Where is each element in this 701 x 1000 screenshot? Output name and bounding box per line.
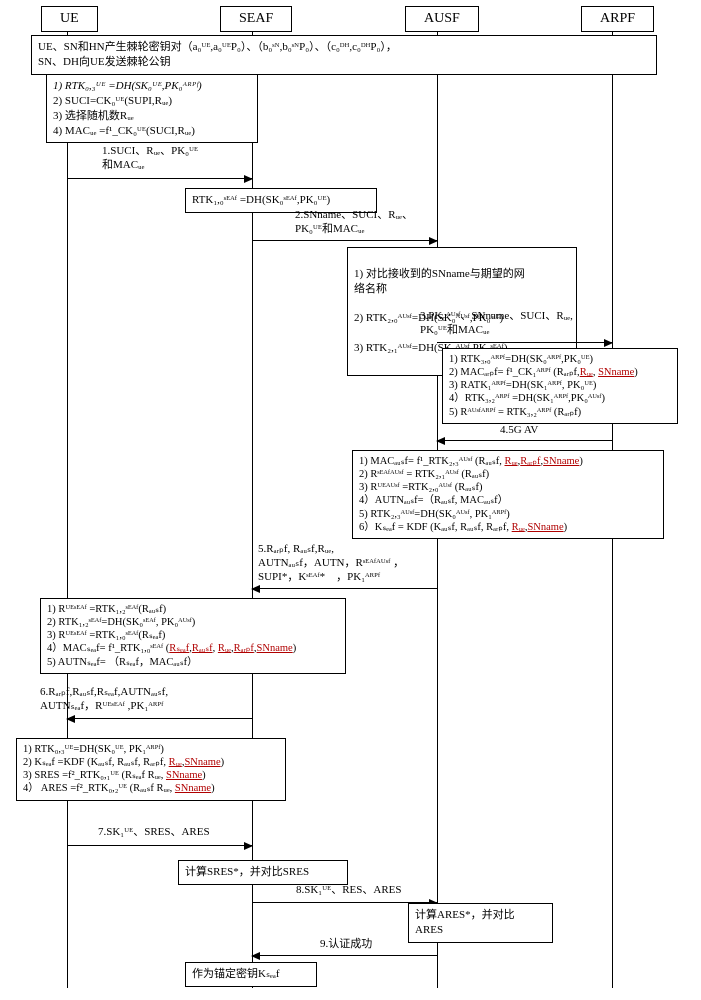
l3: 3) RATK₁ᴬᴿᴾᶠ=DH(SK₁ᴬᴿᴾᶠ, PK₀ᵁᴱ) bbox=[449, 379, 671, 392]
l5: 5) Rᴬᵁˢᶠᴬᴿᴾᶠ = RTK₃,₂ᴬᴿᴾᶠ (Rₐᵣₚf) bbox=[449, 406, 671, 419]
l5: 5) RTK₂,₃ᴬᵁˢᶠ=DH(SK₀ᴬᵁˢᶠ, PK₁ᴬᴿᴾᶠ) bbox=[359, 508, 657, 521]
l2: 2) Rˢᴱᴬᶠᴬᵁˢᶠ = RTK₂,₁ᴬᵁˢᶠ (Rₐᵤₛf) bbox=[359, 468, 657, 481]
actor-arpf: ARPF bbox=[581, 6, 654, 32]
l2: 2) SUCI=CK₀ᵁᴱ(SUPI,Rᵤₑ) bbox=[53, 94, 251, 109]
msg1-arrow bbox=[67, 178, 252, 179]
msg4-arrow bbox=[437, 440, 612, 441]
l2: 2) Kₛₑₐf =KDF (Kₐᵤₛf, Rₐᵤₛf, Rₐᵣₚf, Rᵤₑ,… bbox=[23, 756, 279, 769]
msg2-arrow bbox=[252, 240, 437, 241]
l1: 1) MACₐᵤₛf= f¹_RTK₂,₃ᴬᵁˢᶠ (Rₐᵤₛf, Rᵤₑ,Rₐ… bbox=[359, 455, 657, 468]
l4: 4） ARES =f²_RTK₀,₂ᵁᴱ (Rₐᵤₛf Rᵤₑ, SNname) bbox=[23, 782, 279, 795]
l1: 1) RTK₀,₃ᵁᴱ =DH(SK₀ᵁᴱ,PK₀ᴬᴿᴾᶠ) bbox=[53, 79, 251, 94]
msg9-label: 9.认证成功 bbox=[320, 938, 372, 952]
l3: 3) Rᵁᴱᴬᵁˢᶠ =RTK₂,₀ᴬᵁˢᶠ (Rₐᵤₛf) bbox=[359, 481, 657, 494]
l5: 5) AUTNₛₑₐf= （Rₛₑₐf，MACₐᵤₛf） bbox=[47, 656, 339, 669]
l3: 3) 选择随机数Rᵤₑ bbox=[53, 109, 251, 124]
l1: 1) 对比接收到的SNname与期望的网 络名称 bbox=[354, 267, 570, 297]
actor-ausf: AUSF bbox=[405, 6, 479, 32]
box-seaf-step2: 1) Rᵁᴱˢᴱᴬᶠ =RTK₁,₂ˢᴱᴬᶠ(Rₐᵤₛf) 2) RTK₁,₂ˢ… bbox=[40, 598, 346, 674]
msg5-label: 5.Rₐᵣₚf, Rₐᵤₛf,Rᵤₑ, AUTNₐᵤₛf，AUTN，Rˢᴱᴬᶠᴬ… bbox=[258, 543, 404, 584]
l1: 1) RTK₀,₃ᵁᴱ=DH(SK₀ᵁᴱ, PK₁ᴬᴿᴾᶠ) bbox=[23, 743, 279, 756]
msg7-arrow bbox=[67, 845, 252, 846]
l1: 1) RTK₃,₀ᴬᴿᴾᶠ=DH(SK₀ᴬᴿᴾᶠ,PK₀ᵁᴱ) bbox=[449, 353, 671, 366]
box-ausf-step3: 计算ARES*，并对比 ARES bbox=[408, 903, 553, 943]
msg8-label: 8.SK₁ᵁᴱ、RES、ARES bbox=[296, 884, 402, 898]
msg6-label: 6.Rₐᵣₚf,Rₐᵤₛf,Rₛₑₐf,AUTNₐᵤₛf, AUTNₛₑₐf，R… bbox=[40, 686, 168, 714]
msg3-arrow bbox=[437, 342, 612, 343]
l2: 2) MACₐᵣₚf= f¹_CK₁ᴬᴿᴾᶠ (Rₐᵣₚf,Rᵤₑ, SNnam… bbox=[449, 366, 671, 379]
msg3-label: 3.PK₀ᴬᵁˢᶠ、SNname、SUCI、Rᵤₑ, PK₀ᵁᴱ和MACᵤₑ bbox=[420, 310, 573, 338]
msg1-label: 1.SUCI、Rᵤₑ、PK₀ᵁᴱ 和MACᵤₑ bbox=[102, 145, 198, 173]
l4: 4）MACₛₑₐf= f¹_RTK₁,₀ˢᴱᴬᶠ (Rₛₑₐf,Rₐᵤₛf, R… bbox=[47, 642, 339, 655]
l6: 6）Kₛₑₐf = KDF (Kₐᵤₛf, Rₐᵤₛf, Rₐᵣₚf, Rᵤₑ,… bbox=[359, 521, 657, 534]
actor-seaf: SEAF bbox=[220, 6, 292, 32]
l4: 4）AUTNₐᵤₛf=（Rₐᵤₛf, MACₐᵤₛf） bbox=[359, 494, 657, 507]
msg6-arrow bbox=[67, 718, 252, 719]
l4: 4) MACᵤₑ =f¹_CK₀ᵁᴱ(SUCI,Rᵤₑ) bbox=[53, 124, 251, 139]
box-seaf-step3: 计算SRES*，并对比SRES bbox=[178, 860, 348, 885]
l3: 3) SRES =f²_RTK₀,₁ᵁᴱ (Rₛₑₐf Rᵤₑ, SNname) bbox=[23, 769, 279, 782]
msg9-arrow bbox=[252, 955, 437, 956]
box-arpf-step1: 1) RTK₃,₀ᴬᴿᴾᶠ=DH(SK₀ᴬᴿᴾᶠ,PK₀ᵁᴱ) 2) MACₐᵣ… bbox=[442, 348, 678, 424]
msg5-arrow bbox=[252, 588, 437, 589]
box-ue-step1: 1) RTK₀,₃ᵁᴱ =DH(SK₀ᵁᴱ,PK₀ᴬᴿᴾᶠ) 2) SUCI=C… bbox=[46, 74, 258, 143]
box-ue-step2: 1) RTK₀,₃ᵁᴱ=DH(SK₀ᵁᴱ, PK₁ᴬᴿᴾᶠ) 2) Kₛₑₐf … bbox=[16, 738, 286, 801]
msg4-label: 4.5G AV bbox=[500, 424, 538, 438]
l3: 3) Rᵁᴱˢᴱᴬᶠ =RTK₁,₀ˢᴱᴬᶠ(Rₛₑₐf) bbox=[47, 629, 339, 642]
msg7-label: 7.SK₁ᵁᴱ、SRES、ARES bbox=[98, 826, 210, 840]
sequence-diagram: UE SEAF AUSF ARPF UE、SN和HN产生棘轮密钥对（a₀ᵁᴱ,a… bbox=[0, 0, 701, 1000]
l1: 1) Rᵁᴱˢᴱᴬᶠ =RTK₁,₂ˢᴱᴬᶠ(Rₐᵤₛf) bbox=[47, 603, 339, 616]
l4: 4）RTK₃,₂ᴬᴿᴾᶠ =DH(SK₁ᴬᴿᴾᶠ,PK₀ᴬᵁˢᶠ) bbox=[449, 392, 671, 405]
box-ausf-step2: 1) MACₐᵤₛf= f¹_RTK₂,₃ᴬᵁˢᶠ (Rₐᵤₛf, Rᵤₑ,Rₐ… bbox=[352, 450, 664, 539]
msg2-label: 2.SNname、SUCI、Rᵤₑ、 PK₀ᵁᴱ和MACᵤₑ bbox=[295, 209, 413, 237]
note-keygen: UE、SN和HN产生棘轮密钥对（a₀ᵁᴱ,a₀ᵁᴱP₀）、（b₀ˢᴺ,b₀ˢᴺP… bbox=[31, 35, 657, 75]
actor-ue: UE bbox=[41, 6, 98, 32]
box-seaf-step4: 作为锚定密钥Kₛₑₐf bbox=[185, 962, 317, 987]
l2: 2) RTK₁,₂ˢᴱᴬᶠ=DH(SK₀ˢᴱᴬᶠ, PK₀ᴬᵁˢᶠ) bbox=[47, 616, 339, 629]
